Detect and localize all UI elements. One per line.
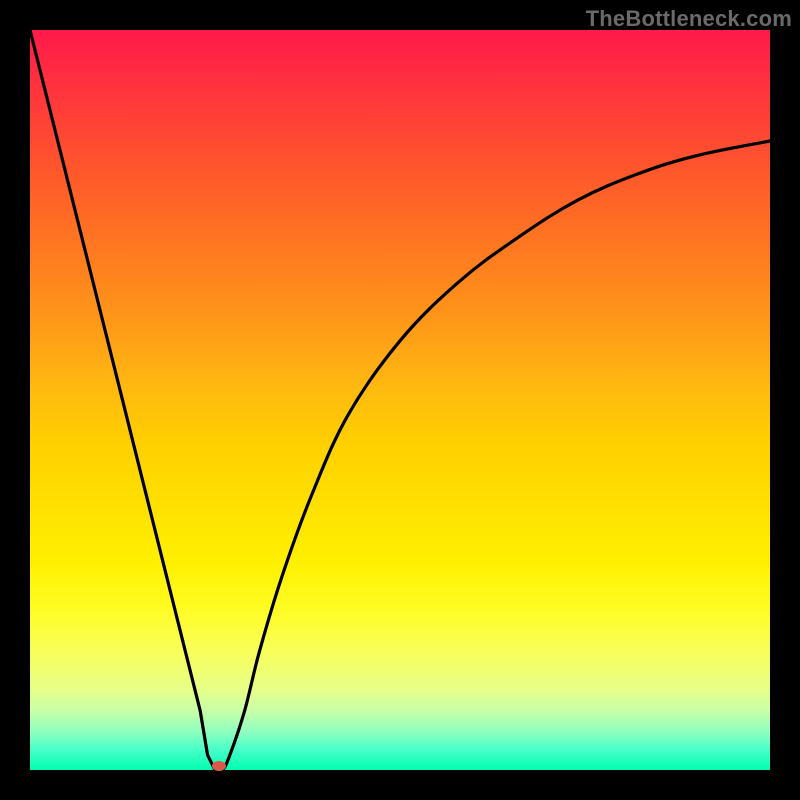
curve-svg (30, 30, 770, 770)
watermark-text: TheBottleneck.com (586, 6, 792, 32)
plot-area (30, 30, 770, 770)
optimal-point-marker (212, 761, 226, 771)
chart-frame: TheBottleneck.com (0, 0, 800, 800)
bottleneck-curve (30, 30, 770, 770)
